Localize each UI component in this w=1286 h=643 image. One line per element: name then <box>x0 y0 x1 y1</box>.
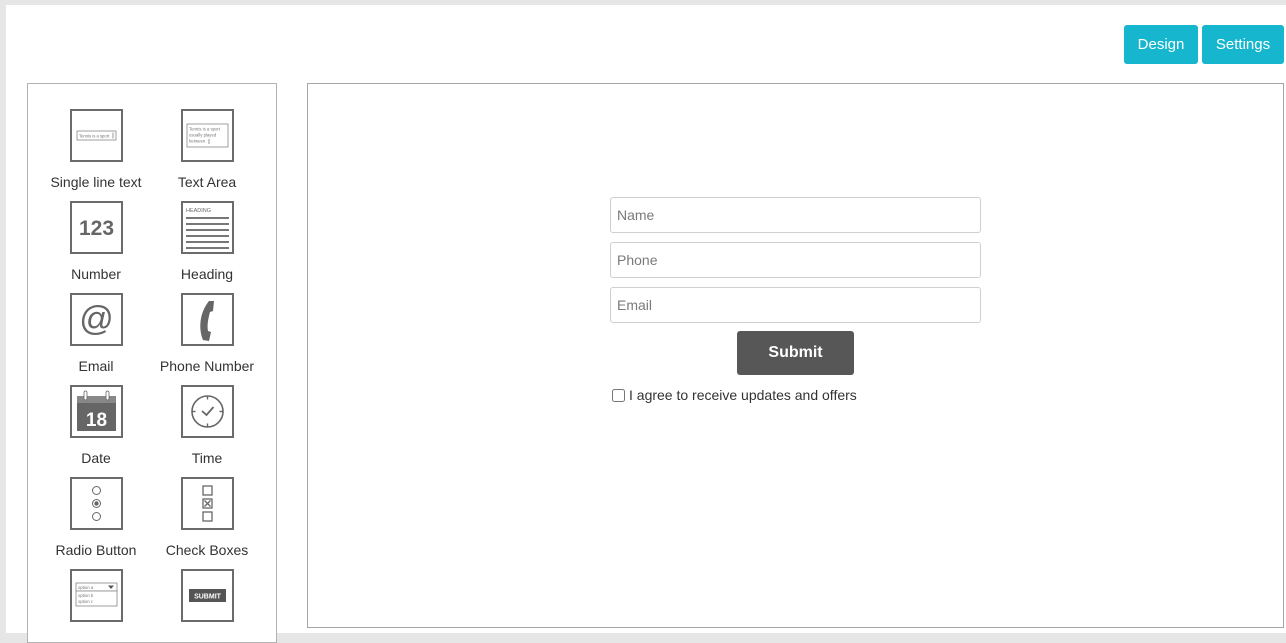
number-icon: 123 <box>69 201 123 254</box>
tool-label: Time <box>191 450 223 466</box>
tool-label: Radio Button <box>55 542 137 558</box>
tool-label: Single line text <box>50 174 142 190</box>
svg-text:18: 18 <box>85 410 106 431</box>
tool-label: Number <box>71 266 121 282</box>
svg-text:@: @ <box>79 300 114 338</box>
phone-input[interactable] <box>610 242 981 278</box>
svg-text:123: 123 <box>78 217 113 240</box>
svg-text:usually played: usually played <box>189 133 217 138</box>
submit-button[interactable]: Submit <box>737 331 854 375</box>
tool-text-area[interactable]: Tennis is a sport usually played between… <box>152 109 262 190</box>
dropdown-icon: option a option b option c <box>69 569 123 622</box>
phone-handset-icon <box>180 293 234 346</box>
svg-text:HEADING: HEADING <box>186 208 211 214</box>
form-canvas: Submit I agree to receive updates and of… <box>307 83 1284 628</box>
svg-text:between: between <box>189 139 206 144</box>
tool-label: Check Boxes <box>165 542 249 558</box>
tool-number[interactable]: 123 Number <box>41 201 151 282</box>
consent-option[interactable]: I agree to receive updates and offers <box>612 387 857 403</box>
text-area-icon: Tennis is a sport usually played between <box>180 109 234 162</box>
tool-time[interactable]: Time <box>152 385 262 466</box>
field-palette: Tennis is a sport Single line text Tenni… <box>27 83 277 643</box>
tool-radio-button[interactable]: Radio Button <box>41 477 151 558</box>
tool-phone-number[interactable]: Phone Number <box>152 293 262 374</box>
heading-icon: HEADING <box>180 201 234 254</box>
tool-date[interactable]: 18 Date <box>41 385 151 466</box>
single-line-text-icon: Tennis is a sport <box>69 109 123 162</box>
tool-label: Heading <box>180 266 234 282</box>
tool-label: Text Area <box>177 174 237 190</box>
submit-button-icon: SUBMIT <box>180 569 234 622</box>
radio-button-icon <box>69 477 123 530</box>
settings-button[interactable]: Settings <box>1202 25 1284 64</box>
tool-label: Email <box>78 358 114 374</box>
tool-check-boxes[interactable]: Check Boxes <box>152 477 262 558</box>
clock-icon <box>180 385 234 438</box>
tool-label: Phone Number <box>159 358 255 374</box>
svg-text:Tennis is a sport: Tennis is a sport <box>189 127 221 132</box>
design-button[interactable]: Design <box>1124 25 1198 64</box>
tool-single-line-text[interactable]: Tennis is a sport Single line text <box>41 109 151 190</box>
name-input[interactable] <box>610 197 981 233</box>
checkbox-icon <box>180 477 234 530</box>
tool-dropdown[interactable]: option a option b option c <box>41 569 151 634</box>
calendar-icon: 18 <box>69 385 123 438</box>
tool-heading[interactable]: HEADING Heading <box>152 201 262 282</box>
form-builder: Design Settings Tennis is a sport Single… <box>6 5 1286 643</box>
svg-text:SUBMIT: SUBMIT <box>194 594 222 601</box>
tool-label: Date <box>81 450 111 466</box>
svg-text:Tennis is a sport: Tennis is a sport <box>79 134 110 139</box>
svg-text:option a: option a <box>78 585 94 590</box>
tool-email[interactable]: @ Email <box>41 293 151 374</box>
email-input[interactable] <box>610 287 981 323</box>
consent-label: I agree to receive updates and offers <box>629 387 857 403</box>
tool-submit-button[interactable]: SUBMIT <box>152 569 262 634</box>
at-sign-icon: @ <box>69 293 123 346</box>
svg-text:option c: option c <box>78 599 94 604</box>
consent-checkbox[interactable] <box>612 388 625 402</box>
svg-text:option b: option b <box>78 593 94 598</box>
